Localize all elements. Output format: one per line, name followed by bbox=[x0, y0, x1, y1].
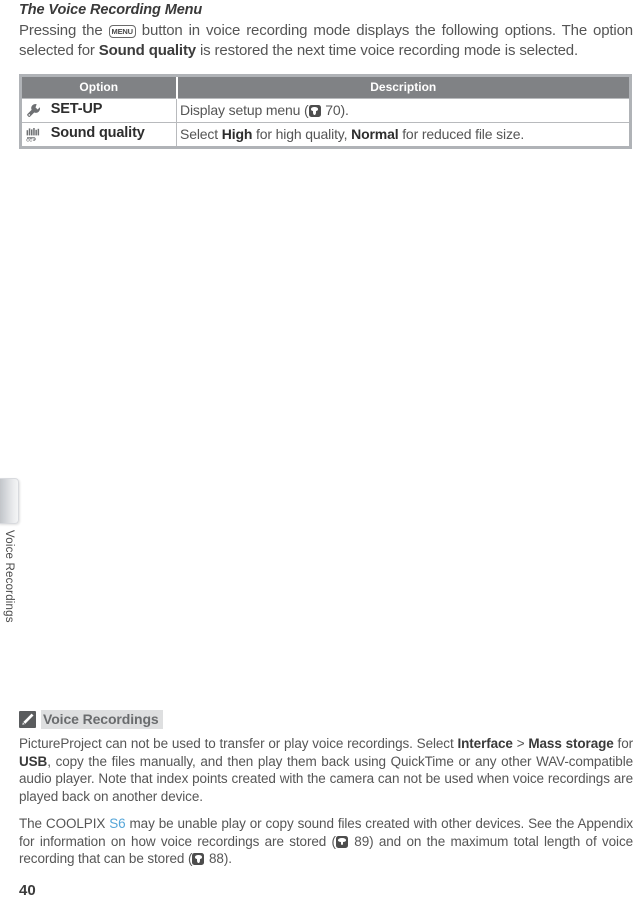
np1-separator: > bbox=[512, 736, 529, 751]
menu-button-icon: MENU bbox=[108, 25, 136, 38]
page-title: The Voice Recording Menu bbox=[19, 2, 203, 18]
column-header-option: Option bbox=[20, 75, 178, 99]
page-reference-icon bbox=[192, 853, 205, 865]
np2-text1: The COOLPIX bbox=[19, 816, 110, 831]
np1-text2: for bbox=[613, 736, 634, 751]
description-cell-setup: Display setup menu ( 70). bbox=[176, 98, 631, 123]
pencil-icon bbox=[19, 711, 36, 728]
note-paragraph-1: PictureProject can not be used to transf… bbox=[19, 735, 633, 805]
sq-desc-suffix: for reduced file size. bbox=[398, 126, 525, 142]
table-row: CC Sound quality Select High for high qu… bbox=[20, 122, 631, 148]
page-reference-icon bbox=[308, 105, 321, 117]
sq-desc-prefix: Select bbox=[180, 126, 222, 142]
setup-desc-prefix: Display setup menu ( bbox=[180, 102, 309, 118]
setup-ref-page: 70). bbox=[321, 102, 349, 118]
note-paragraph-2: The COOLPIX S6 may be unable play or cop… bbox=[19, 815, 633, 868]
options-table: Option Description SET-UP Display setup … bbox=[19, 74, 632, 149]
note-header: Voice Recordings bbox=[19, 710, 633, 729]
sq-bold-high: High bbox=[221, 126, 253, 142]
np1-text3: , copy the files manually, and then play… bbox=[19, 753, 633, 804]
option-label-sound-quality: Sound quality bbox=[50, 125, 145, 141]
column-header-description: Description bbox=[176, 75, 631, 99]
np1-bold-interface: Interface bbox=[457, 736, 513, 751]
option-cell-setup: SET-UP bbox=[20, 98, 177, 123]
note-title: Voice Recordings bbox=[41, 710, 163, 729]
option-label-setup: SET-UP bbox=[50, 101, 103, 117]
wrench-icon bbox=[25, 102, 42, 119]
sq-desc-mid: for high quality, bbox=[252, 126, 352, 142]
option-cell-sound-quality: CC Sound quality bbox=[20, 122, 177, 148]
intro-paragraph: Pressing the MENU button in voice record… bbox=[19, 21, 633, 60]
table-header-row: Option Description bbox=[20, 75, 631, 99]
svg-text:CC: CC bbox=[26, 138, 33, 143]
np2-ref2: 88). bbox=[205, 851, 232, 866]
note-block: Voice Recordings PictureProject can not … bbox=[19, 710, 633, 878]
sq-bold-normal: Normal bbox=[351, 126, 399, 142]
np1-bold-mass-storage: Mass storage bbox=[528, 736, 614, 751]
np1-text1: PictureProject can not be used to transf… bbox=[19, 736, 458, 751]
sound-wave-icon: CC bbox=[25, 126, 42, 143]
page-content: The Voice Recording Menu Pressing the ME… bbox=[19, 0, 633, 149]
model-name-accent: S6 bbox=[109, 816, 126, 831]
chapter-vertical-label: Voice Recordings bbox=[0, 530, 18, 660]
chapter-vertical-label-text: Voice Recordings bbox=[3, 530, 15, 623]
description-cell-sound-quality: Select High for high quality, Normal for… bbox=[176, 122, 631, 148]
intro-bold-term: Sound quality bbox=[98, 41, 196, 59]
page-number: 40 bbox=[19, 882, 36, 899]
table-row: SET-UP Display setup menu ( 70). bbox=[20, 98, 631, 123]
intro-text-part3: is restored the next time voice recordin… bbox=[195, 41, 579, 59]
page-reference-icon bbox=[335, 835, 348, 848]
chapter-tab bbox=[0, 478, 19, 524]
np1-bold-usb: USB bbox=[19, 753, 48, 769]
intro-text-part1: Pressing the bbox=[19, 22, 109, 39]
